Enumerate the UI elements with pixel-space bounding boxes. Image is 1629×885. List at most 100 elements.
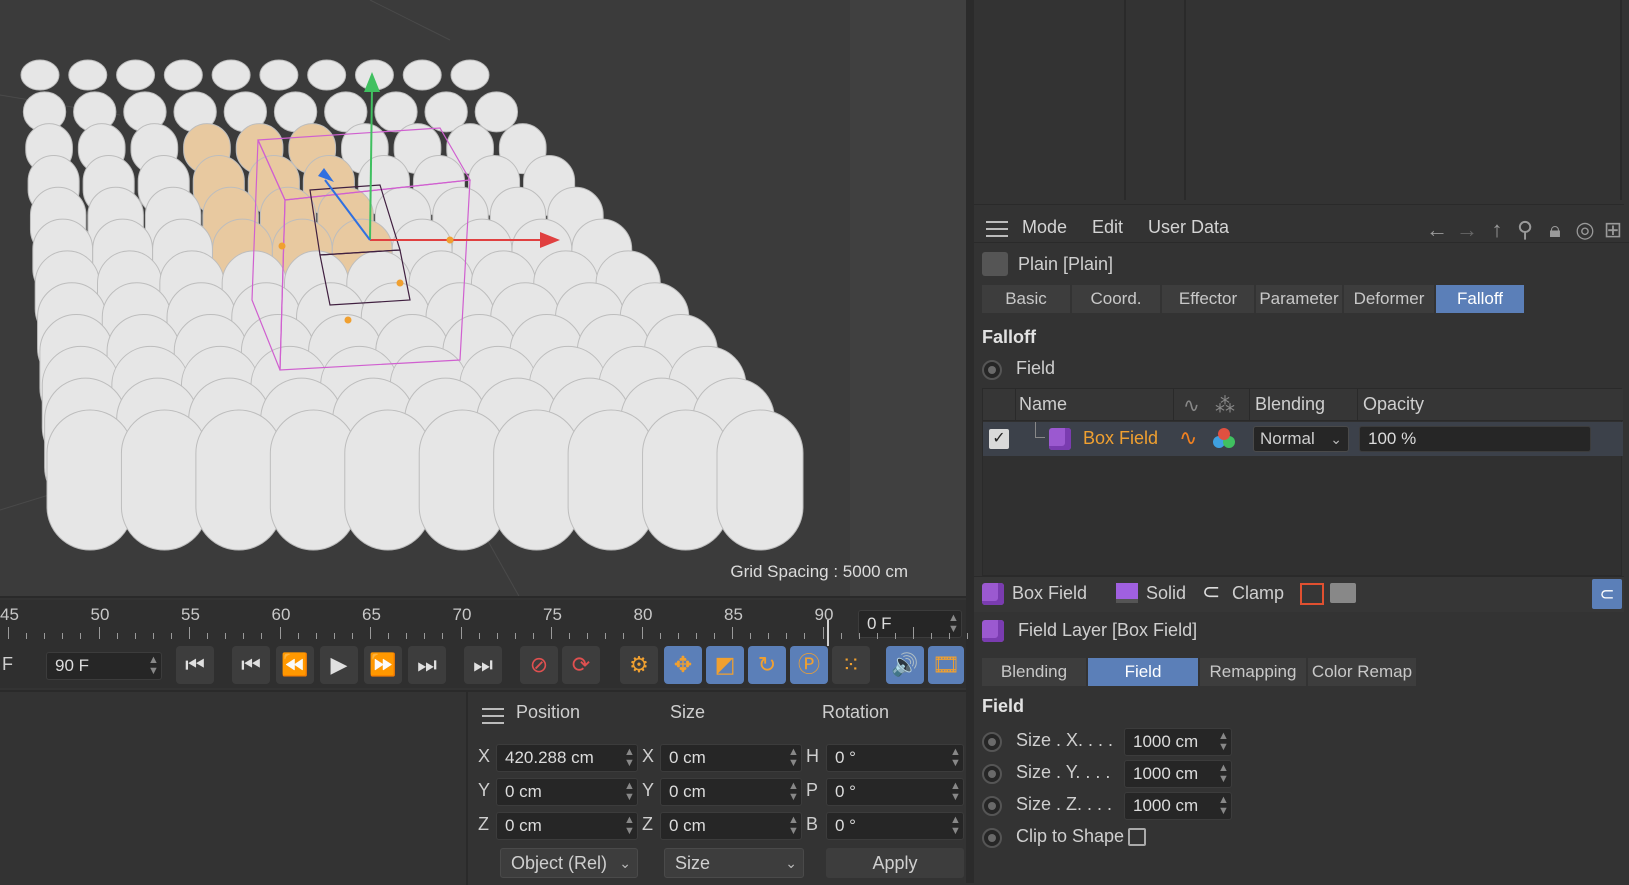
field-layer-title: Field Layer [Box Field] [1018,620,1198,640]
key-pla-icon[interactable]: ⁙ [832,646,870,684]
transport-bar: F 90 F ▲ ▼ ⏮ ⏮ ⏪ ▶ ⏩ ⏭ ⏭ ⊘ ⟳ ⚙ ✥ ◩ ↻ Ⓟ ⁙ … [0,646,966,688]
layer-tab-remapping[interactable]: Remapping [1200,658,1306,686]
clip-radio[interactable] [982,828,1002,848]
field-row-name[interactable]: Box Field [1083,428,1158,449]
spin-arrows[interactable]: ▲ ▼ [948,613,959,635]
tab-falloff[interactable]: Falloff [1436,285,1524,313]
spin-arrows[interactable]: ▲ ▼ [624,781,635,803]
size-x-field[interactable]: 0 cm ▲ ▼ [660,744,802,772]
spin-arrows[interactable]: ▲ ▼ [950,781,961,803]
clamp-mode-icon[interactable]: ⊂ [1592,579,1622,609]
size-y-radio[interactable] [982,764,1002,784]
blending-dropdown[interactable]: Normal ⌄ [1253,426,1349,452]
apply-button[interactable]: Apply [826,848,964,878]
position-y-field[interactable]: 0 cm ▲ ▼ [496,778,638,806]
coord-mode-dropdown[interactable]: Object (Rel) ⌄ [500,848,638,878]
3d-viewport[interactable]: Grid Spacing : 5000 cm [0,0,966,598]
menu-user-data[interactable]: User Data [1148,217,1229,238]
current-frame-field[interactable]: 0 F ▲ ▼ [858,610,962,638]
record-key-icon[interactable]: ⊘ [520,646,558,684]
goto-end-button[interactable]: ⏭ [464,646,502,684]
tab-parameter[interactable]: Parameter [1256,285,1342,313]
target-icon[interactable]: ◎ [1572,217,1598,243]
spin-arrows[interactable]: ▲ ▼ [788,747,799,769]
ruler-tick [370,627,371,639]
add-solid-button[interactable]: Solid [1146,583,1186,604]
new-layer-icon[interactable] [1300,583,1324,605]
lock-icon[interactable]: 🔒︎ [1542,217,1568,243]
size-z-radio[interactable] [982,796,1002,816]
rotation-p-field[interactable]: 0 ° ▲ ▼ [826,778,964,806]
spin-arrows[interactable]: ▲ ▼ [788,815,799,837]
sound-icon[interactable]: 🔊 [886,646,924,684]
key-position-icon[interactable]: ✥ [664,646,702,684]
menu-icon[interactable] [986,221,1008,237]
menu-mode[interactable]: Mode [1022,217,1067,238]
position-z-field[interactable]: 0 cm ▲ ▼ [496,812,638,840]
arrow-back-icon[interactable]: ← [1424,217,1450,243]
search-icon[interactable]: ⚲ [1512,217,1538,243]
layer-tab-field[interactable]: Field [1088,658,1198,686]
spin-arrows[interactable]: ▲ ▼ [950,747,961,769]
keyframe-selection-icon[interactable]: ⚙ [620,646,658,684]
field-list[interactable]: Name ∿ ⁂ Blending Opacity ✓ Box Field ∿ … [982,388,1623,576]
size-y-input[interactable]: 1000 cm ▲ ▼ [1124,760,1232,788]
curve-icon[interactable]: ∿ [1179,425,1197,451]
rotation-h-field[interactable]: 0 ° ▲ ▼ [826,744,964,772]
layer-tab-blending[interactable]: Blending [982,658,1086,686]
arrow-up-icon[interactable]: ↑ [1484,217,1510,243]
chevron-down-icon: ⌄ [619,855,631,871]
size-mode-dropdown[interactable]: Size ⌄ [664,848,804,878]
add-box-field-button[interactable]: Box Field [1012,583,1087,604]
field-list-toolbar: Box Field Solid ⊂ Clamp ⊂ [974,576,1624,612]
key-rotation-icon[interactable]: ↻ [748,646,786,684]
next-key-button[interactable]: ⏭ [408,646,446,684]
layer-tab-colorremap[interactable]: Color Remap [1308,658,1416,686]
size-y-field[interactable]: 0 cm ▲ ▼ [660,778,802,806]
size-x-radio[interactable] [982,732,1002,752]
tab-coord[interactable]: Coord. [1072,285,1160,313]
rotation-b-field[interactable]: 0 ° ▲ ▼ [826,812,964,840]
ruler-label: 85 [724,605,743,624]
add-clamp-button[interactable]: Clamp [1232,583,1284,604]
autokey-icon[interactable]: ⟳ [562,646,600,684]
prev-key-button[interactable]: ⏮ [232,646,270,684]
tab-basic[interactable]: Basic [982,285,1070,313]
size-z-input[interactable]: 1000 cm ▲ ▼ [1124,792,1232,820]
key-parameter-icon[interactable]: Ⓟ [790,646,828,684]
key-scale-icon[interactable]: ◩ [706,646,744,684]
spin-arrows[interactable]: ▲ ▼ [788,781,799,803]
tab-effector[interactable]: Effector [1162,285,1254,313]
arrow-forward-icon[interactable]: → [1454,217,1480,243]
coord-menu-icon[interactable] [482,708,504,724]
clip-to-shape-checkbox[interactable] [1128,828,1146,846]
spin-arrows[interactable]: ▲ ▼ [950,815,961,837]
opacity-field[interactable]: 100 % [1359,426,1591,452]
color-icon[interactable] [1213,428,1235,450]
spin-arrows[interactable]: ▲ ▼ [1218,795,1229,817]
tab-deformer[interactable]: Deformer [1344,285,1434,313]
size-z-field[interactable]: 0 cm ▲ ▼ [660,812,802,840]
folder-add-icon[interactable] [1330,583,1356,603]
film-icon[interactable]: 🎞 [928,646,964,684]
spin-arrows[interactable]: ▲ ▼ [148,655,159,677]
spin-arrows[interactable]: ▲ ▼ [624,815,635,837]
play-button[interactable]: ▶ [320,646,358,684]
field-row-box-field[interactable]: ✓ Box Field ∿ Normal ⌄ 100 % [983,422,1623,456]
goto-start-button[interactable]: ⏮ [176,646,214,684]
menu-edit[interactable]: Edit [1092,217,1123,238]
spin-arrows[interactable]: ▲ ▼ [1218,731,1229,753]
size-x-input[interactable]: 1000 cm ▲ ▼ [1124,728,1232,756]
field-enabled-checkbox[interactable]: ✓ [989,429,1009,449]
spin-arrows[interactable]: ▲ ▼ [624,747,635,769]
position-x-field[interactable]: 420.288 cm ▲ ▼ [496,744,638,772]
ruler-tick [949,633,951,639]
ruler-tick [695,633,697,639]
new-panel-icon[interactable]: ⊞ [1600,217,1626,243]
spin-arrows[interactable]: ▲ ▼ [1218,763,1229,785]
prev-frame-button[interactable]: ⏪ [276,646,314,684]
next-frame-button[interactable]: ⏩ [364,646,402,684]
end-frame-field[interactable]: 90 F ▲ ▼ [46,652,162,680]
field-radio[interactable] [982,360,1002,380]
rotation-header: Rotation [822,702,890,722]
